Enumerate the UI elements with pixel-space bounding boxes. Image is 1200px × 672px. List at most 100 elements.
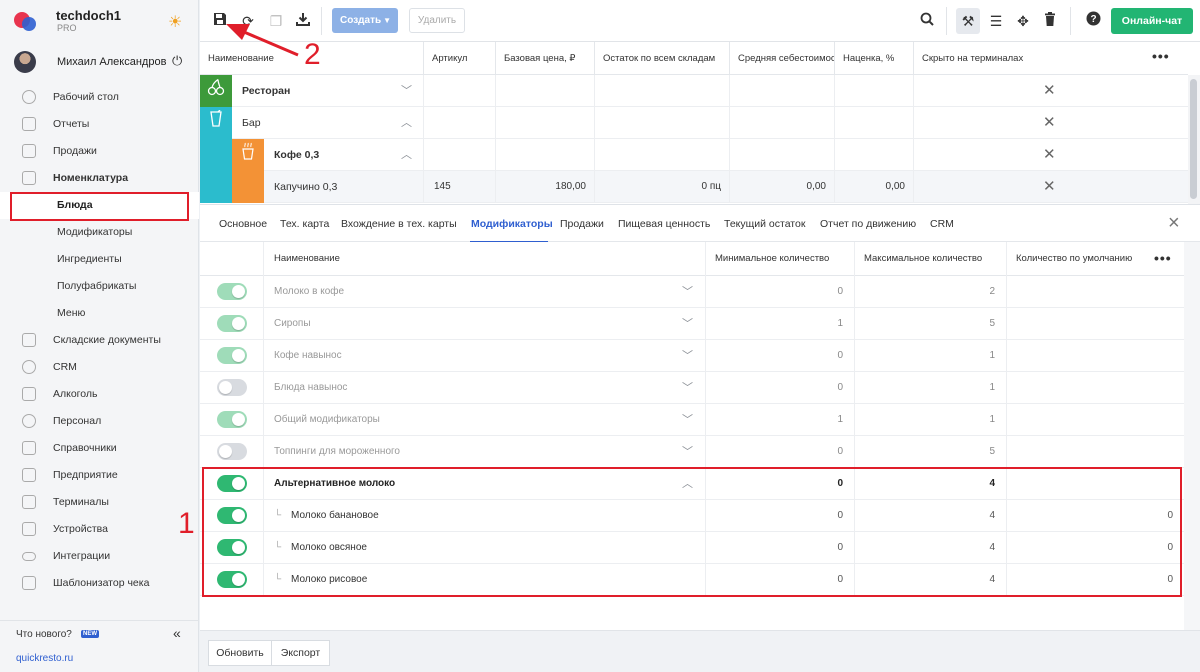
chevron-down-icon[interactable]: ﹀: [682, 308, 693, 340]
site-link[interactable]: quickresto.ru: [16, 653, 73, 664]
scrollbar[interactable]: [1184, 242, 1200, 630]
sidebar-item-terminals[interactable]: Терминалы: [0, 489, 199, 516]
list-icon[interactable]: ☰: [986, 11, 1006, 31]
chevron-down-icon[interactable]: ﹀: [401, 75, 412, 107]
chevron-down-icon[interactable]: ﹀: [682, 340, 693, 372]
sidebar-item-semi-finished[interactable]: Полуфабрикаты: [0, 273, 199, 300]
min-cell[interactable]: 1: [706, 308, 855, 340]
sidebar-item-devices[interactable]: Устройства: [0, 516, 199, 543]
sidebar-item-crm[interactable]: CRM: [0, 354, 199, 381]
column-header-article[interactable]: Артикул: [424, 42, 496, 75]
enabled-toggle[interactable]: [217, 283, 247, 300]
enabled-toggle[interactable]: [217, 315, 247, 332]
collapse-sidebar-icon[interactable]: «: [173, 625, 181, 641]
sidebar-item-receipt-templates[interactable]: Шаблонизатор чека: [0, 570, 199, 597]
theme-sun-icon[interactable]: ☀: [168, 12, 182, 32]
default-cell[interactable]: [1007, 308, 1184, 340]
create-button[interactable]: Создать ▼: [332, 8, 398, 33]
default-cell[interactable]: [1007, 372, 1184, 404]
online-chat-button[interactable]: Онлайн-чат: [1111, 8, 1193, 34]
enabled-toggle[interactable]: [217, 443, 247, 460]
tools-icon[interactable]: ⚒: [958, 11, 978, 31]
delete-button[interactable]: Удалить: [409, 8, 465, 33]
chevron-up-icon[interactable]: ︿: [401, 139, 412, 171]
tab-sales[interactable]: Продажи: [560, 218, 604, 230]
min-cell[interactable]: 1: [706, 404, 855, 436]
max-cell[interactable]: 2: [855, 276, 1007, 308]
enabled-toggle[interactable]: [217, 347, 247, 364]
modifier-row[interactable]: Молоко в кофе ﹀ 0 2: [200, 276, 1184, 308]
refresh-button[interactable]: Обновить: [208, 640, 272, 666]
refresh-icon[interactable]: ⟳: [238, 11, 258, 31]
help-icon[interactable]: ?: [1083, 11, 1103, 31]
tab-modifiers[interactable]: Модификаторы: [471, 218, 553, 230]
table-row-selected[interactable]: Капучино 0,3 145 180,00 0 пц 0,00 0,00 ✕: [200, 171, 1188, 203]
power-icon[interactable]: ⏻: [172, 53, 182, 69]
sidebar-item-menu[interactable]: Меню: [0, 300, 199, 327]
default-cell[interactable]: [1007, 276, 1184, 308]
enabled-toggle[interactable]: [217, 411, 247, 428]
download-icon[interactable]: [293, 11, 313, 31]
scrollbar[interactable]: [1188, 75, 1200, 204]
min-cell[interactable]: 0: [706, 436, 855, 468]
sidebar-item-ingredients[interactable]: Ингредиенты: [0, 246, 199, 273]
sidebar-item-staff[interactable]: Персонал: [0, 408, 199, 435]
export-button[interactable]: Экспорт: [271, 640, 330, 666]
modifier-row[interactable]: Общий модификаторы ﹀ 1 1: [200, 404, 1184, 436]
tab-general[interactable]: Основное: [219, 218, 267, 230]
sidebar-item-sales[interactable]: Продажи: [0, 138, 199, 165]
max-cell[interactable]: 5: [855, 308, 1007, 340]
default-cell[interactable]: [1007, 340, 1184, 372]
modifier-row[interactable]: Блюда навынос ﹀ 0 1: [200, 372, 1184, 404]
max-cell[interactable]: 1: [855, 340, 1007, 372]
tab-tech-card-entries[interactable]: Вхождение в тех. карты: [341, 218, 457, 230]
scrollbar-thumb[interactable]: [1190, 79, 1197, 199]
tab-movement-report[interactable]: Отчет по движению: [820, 218, 916, 230]
default-cell[interactable]: [1007, 436, 1184, 468]
copy-icon[interactable]: ❐: [266, 11, 286, 31]
column-header-stock[interactable]: Остаток по всем складам: [595, 42, 730, 75]
sidebar-item-reports[interactable]: Отчеты: [0, 111, 199, 138]
search-icon[interactable]: [917, 11, 937, 31]
chevron-up-icon[interactable]: ︿: [401, 107, 412, 139]
close-icon[interactable]: ×: [1168, 212, 1180, 235]
column-header-max[interactable]: Максимальное количество: [855, 242, 1007, 276]
tab-current-stock[interactable]: Текущий остаток: [724, 218, 805, 230]
more-options-icon[interactable]: •••: [1154, 250, 1172, 266]
sidebar-item-dashboard[interactable]: Рабочий стол: [0, 84, 199, 111]
brand-header[interactable]: techdoch1 PRO ☀: [0, 0, 199, 42]
min-cell[interactable]: 0: [706, 372, 855, 404]
column-header-markup[interactable]: Наценка, %: [835, 42, 914, 75]
column-header-base-price[interactable]: Базовая цена, ₽: [496, 42, 595, 75]
save-icon[interactable]: [210, 11, 230, 31]
chevron-down-icon[interactable]: ﹀: [682, 276, 693, 308]
sidebar-item-warehouse-docs[interactable]: Складские документы: [0, 327, 199, 354]
move-icon[interactable]: ✥: [1013, 11, 1033, 31]
modifier-row[interactable]: Топпинги для мороженного ﹀ 0 5: [200, 436, 1184, 468]
sidebar-item-directories[interactable]: Справочники: [0, 435, 199, 462]
column-header-name[interactable]: Наименование: [264, 242, 706, 276]
modifier-row[interactable]: Кофе навынос ﹀ 0 1: [200, 340, 1184, 372]
user-row[interactable]: Михаил Александров ⏻: [0, 50, 199, 74]
tab-tech-card[interactable]: Тех. карта: [280, 218, 329, 230]
chevron-down-icon[interactable]: ﹀: [682, 372, 693, 404]
chevron-down-icon[interactable]: ﹀: [682, 436, 693, 468]
column-header-min[interactable]: Минимальное количество: [706, 242, 855, 276]
modifier-row[interactable]: Сиропы ﹀ 1 5: [200, 308, 1184, 340]
max-cell[interactable]: 1: [855, 404, 1007, 436]
max-cell[interactable]: 5: [855, 436, 1007, 468]
max-cell[interactable]: 1: [855, 372, 1007, 404]
table-row[interactable]: Ресторан ﹀ ✕: [200, 75, 1188, 107]
min-cell[interactable]: 0: [706, 276, 855, 308]
tab-crm[interactable]: CRM: [930, 218, 954, 230]
column-header-avg-cost[interactable]: Средняя себестоимость: [730, 42, 835, 75]
trash-icon[interactable]: [1040, 11, 1060, 31]
table-row[interactable]: Кофе 0,3 ︿ ✕: [200, 139, 1188, 171]
min-cell[interactable]: 0: [706, 340, 855, 372]
sidebar-item-integrations[interactable]: Интеграции: [0, 543, 199, 570]
default-cell[interactable]: [1007, 404, 1184, 436]
sidebar-item-nomenclature[interactable]: Номенклатура: [0, 165, 199, 192]
more-options-icon[interactable]: •••: [1152, 48, 1170, 64]
tab-nutrition[interactable]: Пищевая ценность: [618, 218, 710, 230]
sidebar-item-alcohol[interactable]: Алкоголь: [0, 381, 199, 408]
